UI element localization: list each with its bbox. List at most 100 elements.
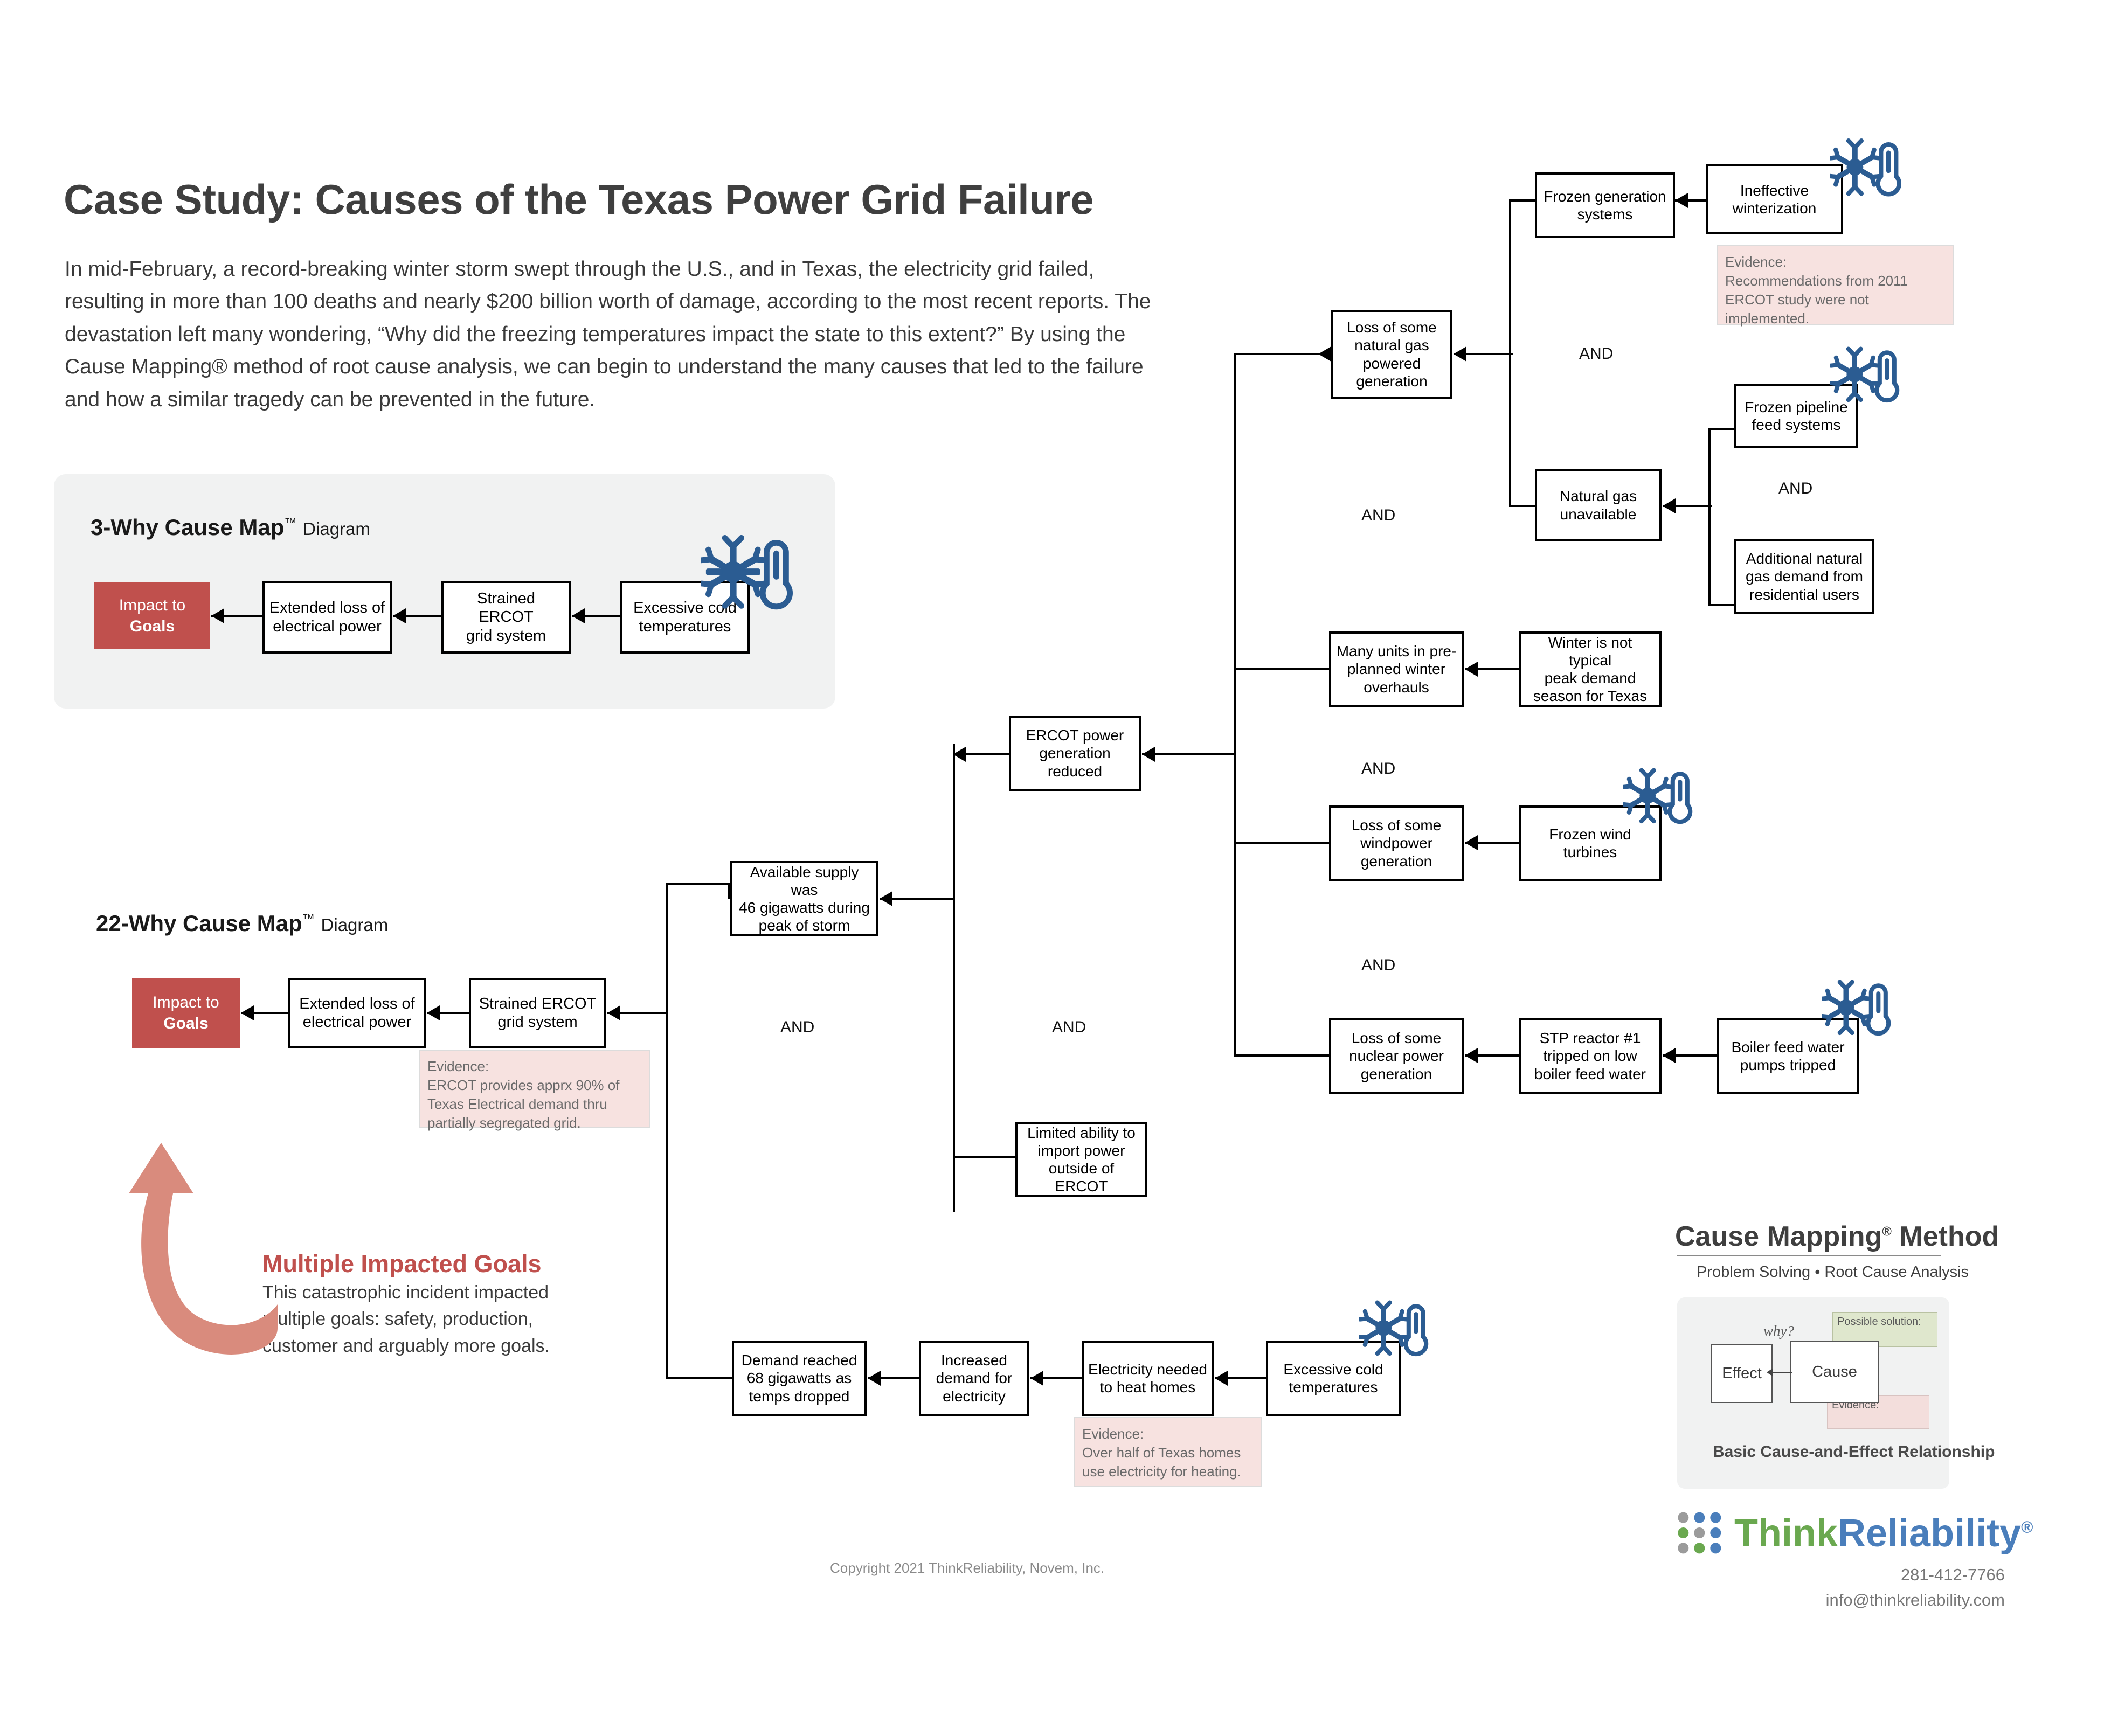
box-line: Limited ability to (1027, 1124, 1136, 1141)
box-line: Additional natural (1746, 550, 1863, 567)
box-preplanned-winter-overhauls: Many units in pre- planned winter overha… (1329, 631, 1464, 707)
box-line: turbines (1563, 844, 1617, 860)
tw-branch-generation (1234, 353, 1236, 1056)
intro-paragraph: In mid-February, a record-breaking winte… (65, 258, 1151, 411)
legend-why-label: why? (1763, 1323, 1794, 1339)
box-line: residential users (1749, 586, 1859, 603)
box-line: 68 gigawatts as (746, 1370, 852, 1387)
snowflake-thermometer-icon (698, 525, 798, 622)
box-line: generation (1360, 852, 1432, 870)
box-line: Ineffective (1740, 182, 1809, 199)
box-line: import power (1037, 1142, 1125, 1159)
evidence-line: implemented. (1725, 310, 1810, 327)
tw-arrow-natgas-in (1454, 346, 1466, 362)
copyright-text: Copyright 2021 ThinkReliability, Novem, … (830, 1560, 1105, 1576)
evidence-line: Recommendations from 2011 (1725, 273, 1908, 289)
tw-connector-frozengen (1509, 199, 1537, 202)
logo-reliability: Reliability (1838, 1512, 2022, 1555)
three-why-arrowhead-3 (572, 608, 585, 623)
box-line: grid system (466, 627, 546, 644)
three-why-box-strained-ercot: Strained ERCOT grid system (441, 581, 571, 654)
box-line: generation reduced (1039, 745, 1111, 780)
box-line: Increased (941, 1352, 1007, 1369)
box-demand-reached-68gw: Demand reached 68 gigawatts as temps dro… (732, 1341, 867, 1416)
box-loss-windpower-generation: Loss of some windpower generation (1329, 805, 1464, 881)
tw-arrow-boilerpumps (1663, 1048, 1676, 1063)
box-line: Electricity needed (1088, 1360, 1208, 1378)
contact-phone[interactable]: 281-412-7766 (1725, 1563, 2005, 1588)
cm-title-tail: Method (1899, 1221, 1999, 1252)
poster-canvas: Case Study: Causes of the Texas Power Gr… (0, 0, 2111, 1736)
box-line: generation (1360, 1065, 1432, 1082)
tw-connector-ercot-in (1142, 753, 1236, 755)
box-line: temps dropped (749, 1387, 850, 1405)
box-line: Extended loss of (299, 995, 415, 1012)
logo-think: Think (1734, 1512, 1838, 1555)
box-electricity-needed-heat-homes: Electricity needed to heat homes (1082, 1341, 1214, 1416)
box-strained-ercot-grid-system: Strained ERCOT grid system (469, 978, 606, 1048)
box-line: Loss of some (1351, 1030, 1442, 1047)
tw-branch-supply (953, 744, 955, 1212)
evidence-line: Texas Electrical demand thru (427, 1096, 607, 1113)
tw-connector-ngunavail (1509, 505, 1537, 507)
cause-mapping-title-rule (1677, 1255, 1941, 1256)
tw-branch-natgas (1509, 199, 1511, 506)
three-why-label-tm: ™ (284, 516, 297, 530)
twentytwo-why-map-label: 22-Why Cause Map™ Diagram (96, 911, 388, 936)
evidence-note-heating: Evidence: Over half of Texas homes use e… (1074, 1417, 1262, 1487)
tw-arrow-incdemand (868, 1371, 881, 1386)
box-line: Loss of some (1347, 319, 1437, 336)
logo-registered-mark: ® (2021, 1519, 2033, 1537)
and-label-generation-2: AND (1361, 760, 1396, 777)
tw-branch-ngunavail (1708, 428, 1711, 606)
tw-arrow-stp (1465, 1048, 1478, 1063)
page-title: Case Study: Causes of the Texas Power Gr… (64, 176, 1094, 223)
box-winter-not-typical-peak-demand: Winter is not typical peak demand season… (1519, 631, 1662, 707)
tw-trunk-supply-demand (666, 884, 668, 1379)
snowflake-thermometer-icon (1622, 761, 1696, 834)
tw-arrow-ercot-reduced (953, 747, 966, 762)
box-line: Winter is not typical (1548, 634, 1632, 669)
evidence-line: ERCOT provides apprx 90% of (427, 1077, 620, 1094)
box-limited-ability-import-power: Limited ability to import power outside … (1015, 1122, 1147, 1197)
box-line: demand for (936, 1370, 1013, 1387)
box-line: Demand reached (741, 1352, 857, 1369)
snowflake-thermometer-icon (1820, 973, 1894, 1045)
three-why-label-bold: 3-Why Cause Map (91, 515, 285, 540)
box-line: season for Texas (1533, 688, 1648, 705)
and-label-generation-3: AND (1361, 956, 1396, 974)
three-why-goal-line2: Goals (129, 617, 175, 635)
snowflake-thermometer-icon (1828, 131, 1905, 206)
tw-connector-supply (666, 883, 730, 885)
box-line: peak demand (1544, 670, 1636, 686)
three-why-label-sub: Diagram (303, 519, 370, 539)
snowflake-thermometer-icon (1829, 339, 1903, 412)
box-loss-nuclear-power-generation: Loss of some nuclear power generation (1329, 1018, 1464, 1094)
tw-connector-addl-demand (1708, 604, 1735, 606)
legend-cause-box: Cause (1790, 1341, 1879, 1403)
tw-connector-overhauls (1234, 668, 1331, 670)
box-line: peak of storm (758, 917, 850, 934)
legend-effect-box: Effect (1711, 1344, 1773, 1403)
box-line: STP reactor #1 (1539, 1030, 1641, 1047)
box-line: Many units in pre- (1336, 643, 1457, 660)
tw-arrow-heathomes (1030, 1371, 1043, 1386)
evidence-line: Over half of Texas homes (1082, 1445, 1241, 1461)
tw-connector-demand (666, 1377, 733, 1379)
box-available-supply-46gw: Available supply was 46 gigawatts during… (730, 861, 878, 936)
contact-email[interactable]: info@thinkreliability.com (1725, 1588, 2005, 1613)
tw-connector-limited-import (953, 1156, 1018, 1158)
box-natural-gas-unavailable: Natural gas unavailable (1535, 469, 1662, 541)
contact-info: 281-412-7766 info@thinkreliability.com (1725, 1563, 2005, 1613)
box-loss-natural-gas-generation: Loss of some natural gas powered generat… (1331, 310, 1452, 399)
tw-arrow-goal (241, 1005, 254, 1020)
tw-arrow-ngunavail-in (1663, 498, 1676, 513)
evidence-line: ERCOT study were not (1725, 291, 1869, 308)
box-increased-demand-electricity: Increased demand for electricity (919, 1341, 1029, 1416)
thinkreliability-logo: ThinkReliability® (1734, 1511, 2033, 1556)
cause-mapping-method-title: Cause Mapping® Method (1675, 1220, 1999, 1253)
three-why-arrowhead-2 (393, 608, 406, 623)
tw-connector-pipeline (1708, 428, 1735, 430)
evidence-note-winterization: Evidence: Recommendations from 2011 ERCO… (1717, 245, 1954, 327)
box-line: Strained ERCOT (479, 995, 597, 1012)
